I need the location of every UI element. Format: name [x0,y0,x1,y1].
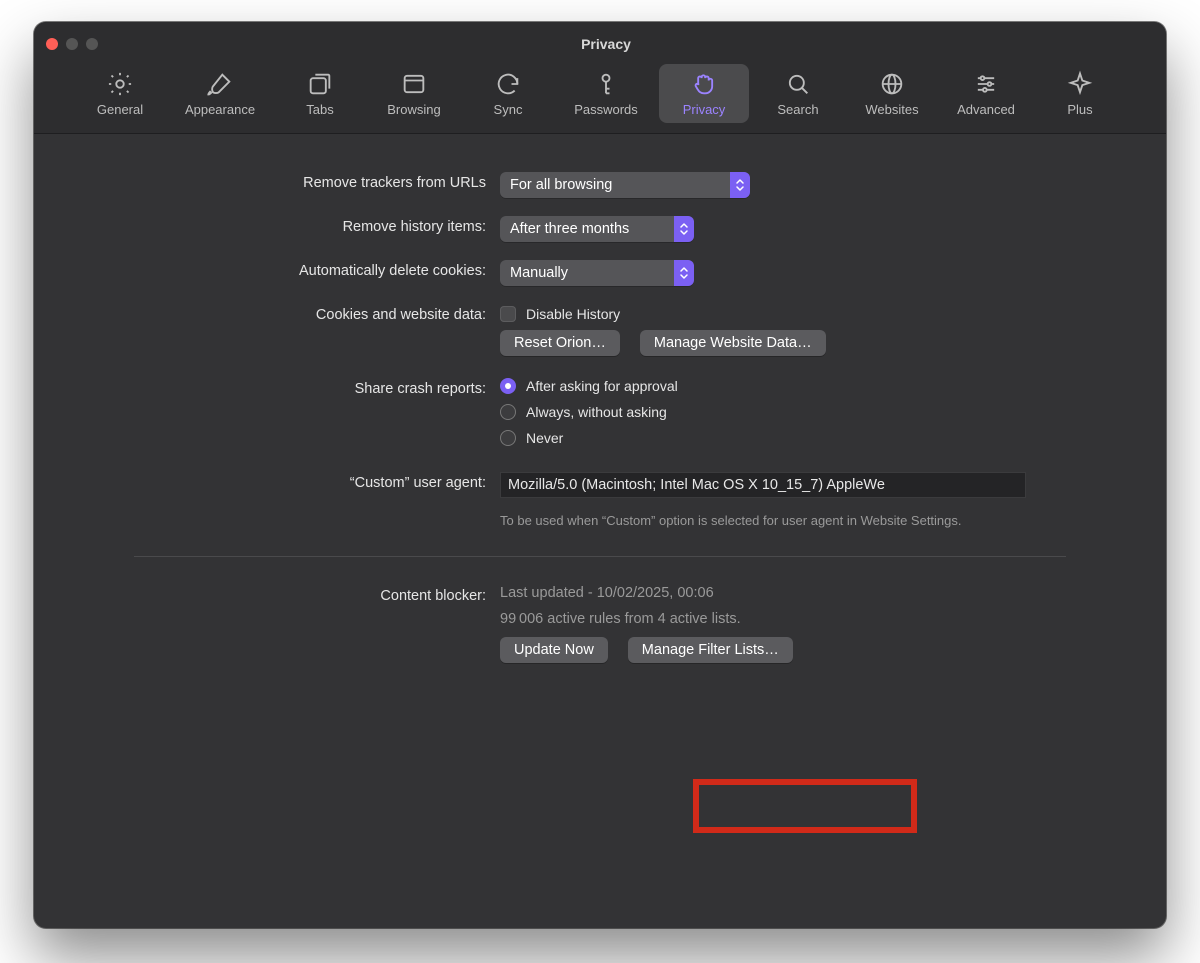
select-value: For all browsing [500,177,730,193]
tab-sync[interactable]: Sync [463,64,553,123]
content-blocker-last-updated: Last updated - 10/02/2025, 00:06 [500,585,714,601]
tab-plus[interactable]: Plus [1035,64,1125,123]
tab-label: Passwords [574,102,638,117]
tab-label: General [97,102,143,117]
sliders-icon [972,70,1000,98]
row-user-agent: “Custom” user agent: To be used when “Cu… [94,472,1106,530]
row-remove-history: Remove history items: After three months [94,216,1106,242]
row-cookies-data: Cookies and website data: Disable Histor… [94,304,1106,356]
brush-icon [206,70,234,98]
tab-label: Appearance [185,102,255,117]
tab-appearance[interactable]: Appearance [169,64,271,123]
gear-icon [106,70,134,98]
tab-label: Browsing [387,102,440,117]
label-crash-reports: Share crash reports: [94,378,500,397]
titlebar: Privacy [34,22,1166,58]
crash-option-0[interactable]: After asking for approval [500,378,678,394]
radio-icon[interactable] [500,378,516,394]
tab-label: Advanced [957,102,1015,117]
disable-history-label: Disable History [526,306,620,322]
manage-website-data-button[interactable]: Manage Website Data… [640,330,826,356]
tab-label: Tabs [306,102,333,117]
row-remove-trackers: Remove trackers from URLs For all browsi… [94,172,1106,198]
window-close-button[interactable] [46,38,58,50]
tab-label: Websites [865,102,918,117]
window-icon [400,70,428,98]
radio-icon[interactable] [500,430,516,446]
disable-history-checkbox-row[interactable]: Disable History [500,304,620,322]
tab-general[interactable]: General [75,64,165,123]
radio-label: Always, without asking [526,404,667,420]
label-remove-history: Remove history items: [94,216,500,235]
annotation-highlight [693,779,917,833]
radio-icon[interactable] [500,404,516,420]
window-title: Privacy [58,36,1154,52]
radio-label: After asking for approval [526,378,678,394]
row-content-blocker: Content blocker: Last updated - 10/02/20… [94,585,1106,663]
tab-label: Search [777,102,818,117]
hand-icon [690,70,718,98]
updown-icon [730,172,750,198]
tab-passwords[interactable]: Passwords [557,64,655,123]
row-crash-reports: Share crash reports: After asking for ap… [94,378,1106,446]
label-remove-trackers: Remove trackers from URLs [94,172,500,191]
reset-orion-button[interactable]: Reset Orion… [500,330,620,356]
tab-label: Sync [494,102,523,117]
preferences-toolbar: General Appearance Tabs Browsing Sync Pa… [34,58,1166,134]
remove-trackers-select[interactable]: For all browsing [500,172,750,198]
tab-browsing[interactable]: Browsing [369,64,459,123]
tab-label: Privacy [683,102,726,117]
user-agent-input[interactable] [500,472,1026,498]
tab-advanced[interactable]: Advanced [941,64,1031,123]
tabs-icon [306,70,334,98]
tab-privacy[interactable]: Privacy [659,64,749,123]
label-cookies-data: Cookies and website data: [94,304,500,323]
globe-icon [878,70,906,98]
remove-history-select[interactable]: After three months [500,216,694,242]
select-value: Manually [500,265,674,281]
user-agent-help: To be used when “Custom” option is selec… [500,512,1010,530]
label-user-agent: “Custom” user agent: [94,472,500,491]
sync-icon [494,70,522,98]
row-auto-delete-cookies: Automatically delete cookies: Manually [94,260,1106,286]
crash-option-2[interactable]: Never [500,430,563,446]
label-auto-delete-cookies: Automatically delete cookies: [94,260,500,279]
select-value: After three months [500,221,674,237]
search-icon [784,70,812,98]
disable-history-checkbox[interactable] [500,306,516,322]
key-icon [592,70,620,98]
update-now-button[interactable]: Update Now [500,637,608,663]
tab-websites[interactable]: Websites [847,64,937,123]
preferences-window: Privacy General Appearance Tabs Browsing… [34,22,1166,928]
manage-filter-lists-button[interactable]: Manage Filter Lists… [628,637,793,663]
auto-delete-cookies-select[interactable]: Manually [500,260,694,286]
content-blocker-active-rules: 99 006 active rules from 4 active lists. [500,611,741,627]
sparkle-icon [1066,70,1094,98]
tab-tabs[interactable]: Tabs [275,64,365,123]
label-content-blocker: Content blocker: [94,585,500,604]
radio-label: Never [526,430,563,446]
updown-icon [674,260,694,286]
crash-option-1[interactable]: Always, without asking [500,404,667,420]
section-divider [134,556,1066,557]
settings-content: Remove trackers from URLs For all browsi… [34,134,1166,721]
tab-search[interactable]: Search [753,64,843,123]
tab-label: Plus [1067,102,1092,117]
updown-icon [674,216,694,242]
